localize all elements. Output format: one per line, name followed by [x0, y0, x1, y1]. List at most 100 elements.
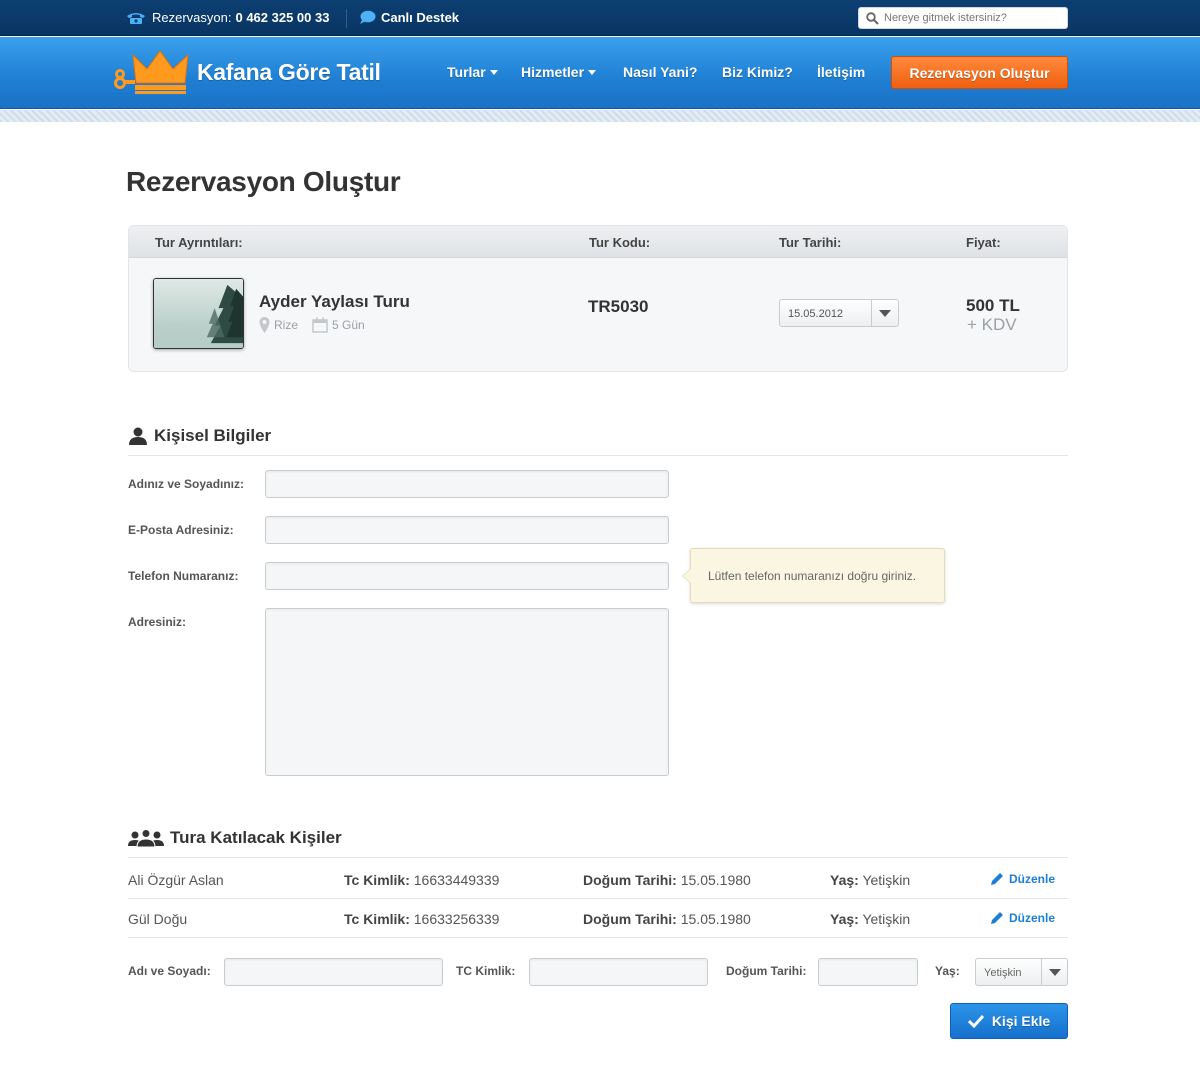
main-nav-bar: Kafana Göre Tatil Turlar Hizmetler Nasıl…: [0, 37, 1200, 109]
search-input[interactable]: [884, 12, 1059, 24]
phone-hint-text: Lütfen telefon numaranızı doğru giriniz.: [708, 568, 917, 583]
age-value: Yetişkin: [862, 911, 911, 927]
tour-date-select[interactable]: 15.05.2012: [779, 299, 899, 327]
add-dob-input[interactable]: [818, 958, 918, 986]
age-label: Yaş:: [830, 911, 859, 927]
tour-duration: 5 Gün: [332, 318, 365, 332]
logo[interactable]: Kafana Göre Tatil: [113, 47, 381, 97]
participant-row: Gül Doğu Tc Kimlik: 16633256339 Doğum Ta…: [128, 898, 1068, 938]
create-reservation-button[interactable]: Rezervasyon Oluştur: [891, 56, 1068, 89]
dob-value: 15.05.1980: [680, 911, 751, 927]
add-person-label: Kişi Ekle: [991, 1013, 1051, 1029]
participants-heading: Tura Katılacak Kişiler: [128, 828, 342, 848]
caret-down-icon: [489, 69, 498, 75]
search-box: [858, 7, 1068, 29]
group-users-icon: [128, 829, 164, 847]
price-header: Fiyat:: [966, 235, 1001, 250]
tour-location: Rize: [274, 318, 299, 332]
nav-biz-kimiz-label: Biz Kimiz?: [722, 64, 793, 80]
nav-turlar-label: Turlar: [447, 64, 486, 80]
live-support-label: Canlı Destek: [381, 10, 460, 25]
live-support-link[interactable]: Canlı Destek: [359, 10, 459, 25]
crown-key-logo-icon: [114, 50, 189, 94]
participant-tc: Tc Kimlik: 16633256339: [344, 911, 499, 927]
top-divider: [346, 9, 347, 28]
add-age-value: Yetişkin: [984, 967, 1022, 979]
tc-label: Tc Kimlik:: [344, 872, 410, 888]
tc-value: 16633449339: [413, 872, 500, 888]
tour-name[interactable]: Ayder Yaylası Turu: [259, 292, 410, 312]
add-dob-label: Doğum Tarihi:: [726, 964, 807, 978]
dropdown-arrow-icon[interactable]: [871, 300, 898, 326]
tour-price: 500 TL: [966, 296, 1020, 315]
add-tc-label: TC Kimlik:: [456, 964, 516, 978]
section-divider: [128, 857, 1068, 858]
top-bar: Rezervasyon: 0 462 325 00 33 Canlı Deste…: [0, 0, 1200, 36]
participant-dob: Doğum Tarihi: 15.05.1980: [583, 872, 751, 888]
dob-label: Doğum Tarihi:: [583, 911, 677, 927]
chat-bubble-icon: [360, 10, 376, 24]
age-label: Yaş:: [830, 872, 859, 888]
checkmark-icon: [967, 1014, 984, 1028]
phone-number: 0 462 325 00 33: [235, 10, 330, 25]
tour-date-value: 15.05.2012: [788, 308, 844, 320]
search-icon: [866, 11, 879, 25]
header-pattern-strip: [0, 110, 1200, 122]
nav-hizmetler[interactable]: Hizmetler: [521, 64, 597, 80]
tour-code: TR5030: [588, 297, 649, 316]
dropdown-arrow-icon[interactable]: [1041, 959, 1067, 985]
email-label: E-Posta Adresiniz:: [128, 523, 234, 537]
nav-hizmetler-label: Hizmetler: [521, 64, 585, 80]
add-age-select[interactable]: Yetişkin: [975, 958, 1068, 986]
age-value: Yetişkin: [862, 872, 911, 888]
pencil-icon: [991, 873, 1003, 885]
nav-turlar[interactable]: Turlar: [447, 64, 498, 80]
participant-row: Ali Özgür Aslan Tc Kimlik: 16633449339 D…: [128, 859, 1068, 899]
edit-participant-button[interactable]: Düzenle: [990, 872, 1055, 886]
add-tc-input[interactable]: [529, 958, 708, 986]
email-input[interactable]: [265, 516, 669, 544]
add-name-input[interactable]: [224, 958, 443, 986]
tour-details-header: Tur Ayrıntıları:: [155, 235, 243, 250]
tc-label: Tc Kimlik:: [344, 911, 410, 927]
tc-value: 16633256339: [413, 911, 500, 927]
calendar-icon: [312, 317, 328, 333]
tour-date-header: Tur Tarihi:: [779, 235, 842, 250]
tour-summary-card: Tur Ayrıntıları: Tur Kodu: Tur Tarihi: F…: [128, 225, 1068, 372]
phone-icon: [127, 12, 145, 24]
tour-vat: + KDV: [967, 315, 1017, 334]
tour-meta: Rize 5 Gün: [259, 317, 365, 333]
dob-value: 15.05.1980: [680, 872, 751, 888]
participants-title: Tura Katılacak Kişiler: [170, 828, 342, 847]
section-divider: [128, 455, 1068, 456]
nav-iletisim-label: İletişim: [817, 64, 866, 80]
participant-name: Gül Doğu: [128, 911, 188, 927]
address-label: Adresiniz:: [128, 615, 187, 629]
edit-label: Düzenle: [1009, 872, 1056, 886]
add-name-label: Adı ve Soyadı:: [128, 964, 211, 978]
tour-thumbnail[interactable]: [153, 278, 244, 349]
participant-name: Ali Özgür Aslan: [128, 872, 224, 888]
nav-biz-kimiz[interactable]: Biz Kimiz?: [722, 64, 793, 80]
phone-input[interactable]: [265, 562, 669, 590]
add-person-button[interactable]: Kişi Ekle: [950, 1003, 1068, 1039]
edit-label: Düzenle: [1009, 911, 1056, 925]
dob-label: Doğum Tarihi:: [583, 872, 677, 888]
nav-nasil-yani-label: Nasıl Yani?: [623, 64, 698, 80]
page-title: Rezervasyon Oluştur: [126, 166, 401, 197]
participant-dob: Doğum Tarihi: 15.05.1980: [583, 911, 751, 927]
address-textarea[interactable]: [265, 608, 669, 776]
name-label: Adınız ve Soyadınız:: [128, 477, 245, 491]
personal-info-heading: Kişisel Bilgiler: [128, 426, 271, 446]
phone-hint-tooltip: Lütfen telefon numaranızı doğru giriniz.: [682, 548, 945, 603]
nav-iletisim[interactable]: İletişim: [817, 64, 865, 80]
tour-summary-header: Tur Ayrıntıları: Tur Kodu: Tur Tarihi: F…: [129, 226, 1067, 258]
participant-age: Yaş: Yetişkin: [830, 911, 910, 927]
full-name-input[interactable]: [265, 470, 669, 498]
nav-nasil-yani[interactable]: Nasıl Yani?: [623, 64, 697, 80]
personal-info-title: Kişisel Bilgiler: [154, 426, 272, 445]
participant-age: Yaş: Yetişkin: [830, 872, 910, 888]
brand-name: Kafana Göre Tatil: [197, 58, 381, 85]
caret-down-icon: [588, 69, 597, 75]
edit-participant-button[interactable]: Düzenle: [990, 911, 1055, 925]
